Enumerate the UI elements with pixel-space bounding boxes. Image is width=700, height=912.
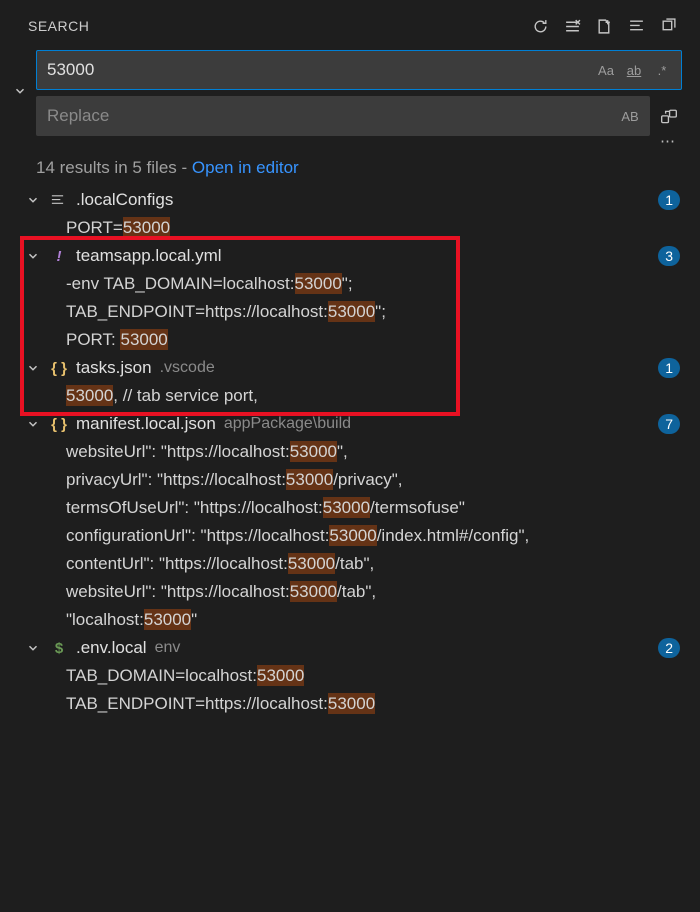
- match-line[interactable]: TAB_ENDPOINT=https://localhost:53000";: [10, 298, 690, 326]
- search-inputs: Aa ab .* AB: [10, 44, 690, 136]
- match-count-badge: 3: [658, 246, 680, 266]
- file-name: tasks.json: [76, 358, 152, 378]
- match-highlight: 53000: [120, 329, 167, 350]
- match-line[interactable]: websiteUrl": "https://localhost:53000",: [10, 438, 690, 466]
- match-line[interactable]: -env TAB_DOMAIN=localhost:53000";: [10, 270, 690, 298]
- view-as-tree-icon[interactable]: [622, 12, 650, 40]
- panel-title: SEARCH: [28, 18, 89, 34]
- search-input[interactable]: [45, 59, 595, 81]
- lines-file-icon: [50, 193, 68, 208]
- match-line[interactable]: termsOfUseUrl": "https://localhost:53000…: [10, 494, 690, 522]
- match-highlight: 53000: [286, 469, 333, 490]
- file-name: teamsapp.local.yml: [76, 246, 222, 266]
- file-folder: appPackage\build: [224, 415, 351, 433]
- file-result-header[interactable]: { } tasks.json .vscode 1: [10, 354, 690, 382]
- match-line[interactable]: 53000, // tab service port,: [10, 382, 690, 410]
- match-highlight: 53000: [328, 301, 375, 322]
- file-name: .localConfigs: [76, 190, 173, 210]
- match-highlight: 53000: [257, 665, 304, 686]
- open-in-editor-link[interactable]: Open in editor: [192, 158, 299, 177]
- match-count-badge: 2: [658, 638, 680, 658]
- replace-input[interactable]: [45, 105, 619, 127]
- file-name: manifest.local.json: [76, 414, 216, 434]
- collapse-all-icon[interactable]: [654, 12, 682, 40]
- toggle-replace-icon[interactable]: [10, 84, 30, 136]
- preserve-case-icon[interactable]: AB: [619, 106, 641, 126]
- match-highlight: 53000: [288, 553, 335, 574]
- match-highlight: 53000: [290, 581, 337, 602]
- match-line[interactable]: privacyUrl": "https://localhost:53000/pr…: [10, 466, 690, 494]
- match-line[interactable]: contentUrl": "https://localhost:53000/ta…: [10, 550, 690, 578]
- match-highlight: 53000: [323, 497, 370, 518]
- results-summary: 14 results in 5 files - Open in editor: [10, 150, 690, 184]
- file-folder: .vscode: [160, 359, 215, 377]
- chevron-down-icon[interactable]: [26, 641, 42, 655]
- match-highlight: 53000: [295, 273, 342, 294]
- match-highlight: 53000: [123, 217, 170, 238]
- chevron-down-icon[interactable]: [26, 249, 42, 263]
- match-line[interactable]: TAB_ENDPOINT=https://localhost:53000: [10, 690, 690, 718]
- search-results: .localConfigs 1 PORT=53000! teamsapp.local.…: [10, 184, 690, 718]
- json-file-icon: { }: [50, 416, 68, 433]
- file-result-header[interactable]: $ .env.local env 2: [10, 634, 690, 662]
- panel-header: SEARCH: [10, 8, 690, 44]
- search-panel: SEARCH Aa: [0, 0, 700, 718]
- header-actions: [526, 12, 682, 40]
- match-highlight: 53000: [144, 609, 191, 630]
- match-line[interactable]: PORT=53000: [10, 214, 690, 242]
- match-highlight: 53000: [329, 525, 376, 546]
- file-name: .env.local: [76, 638, 147, 658]
- search-input-box[interactable]: Aa ab .*: [36, 50, 682, 90]
- regex-icon[interactable]: .*: [651, 60, 673, 80]
- match-count-badge: 1: [658, 358, 680, 378]
- env-file-icon: $: [50, 640, 68, 657]
- match-line[interactable]: PORT: 53000: [10, 326, 690, 354]
- match-line[interactable]: "localhost:53000": [10, 606, 690, 634]
- match-highlight: 53000: [328, 693, 375, 714]
- match-line[interactable]: TAB_DOMAIN=localhost:53000: [10, 662, 690, 690]
- match-highlight: 53000: [66, 385, 113, 406]
- yaml-file-icon: !: [50, 248, 68, 265]
- match-line[interactable]: configurationUrl": "https://localhost:53…: [10, 522, 690, 550]
- match-count-badge: 1: [658, 190, 680, 210]
- chevron-down-icon[interactable]: [26, 417, 42, 431]
- file-result-header[interactable]: ! teamsapp.local.yml 3: [10, 242, 690, 270]
- replace-all-icon[interactable]: [656, 104, 682, 130]
- file-result-header[interactable]: { } manifest.local.json appPackage\build 7: [10, 410, 690, 438]
- match-case-icon[interactable]: Aa: [595, 60, 617, 80]
- json-file-icon: { }: [50, 360, 68, 377]
- file-result-header[interactable]: .localConfigs 1: [10, 186, 690, 214]
- clear-search-icon[interactable]: [558, 12, 586, 40]
- chevron-down-icon[interactable]: [26, 193, 42, 207]
- file-folder: env: [155, 639, 181, 657]
- match-count-badge: 7: [658, 414, 680, 434]
- refresh-icon[interactable]: [526, 12, 554, 40]
- replace-input-box[interactable]: AB: [36, 96, 650, 136]
- match-highlight: 53000: [290, 441, 337, 462]
- chevron-down-icon[interactable]: [26, 361, 42, 375]
- new-file-icon[interactable]: [590, 12, 618, 40]
- results-count-text: 14 results in 5 files -: [36, 158, 192, 177]
- match-line[interactable]: websiteUrl": "https://localhost:53000/ta…: [10, 578, 690, 606]
- match-whole-word-icon[interactable]: ab: [623, 60, 645, 80]
